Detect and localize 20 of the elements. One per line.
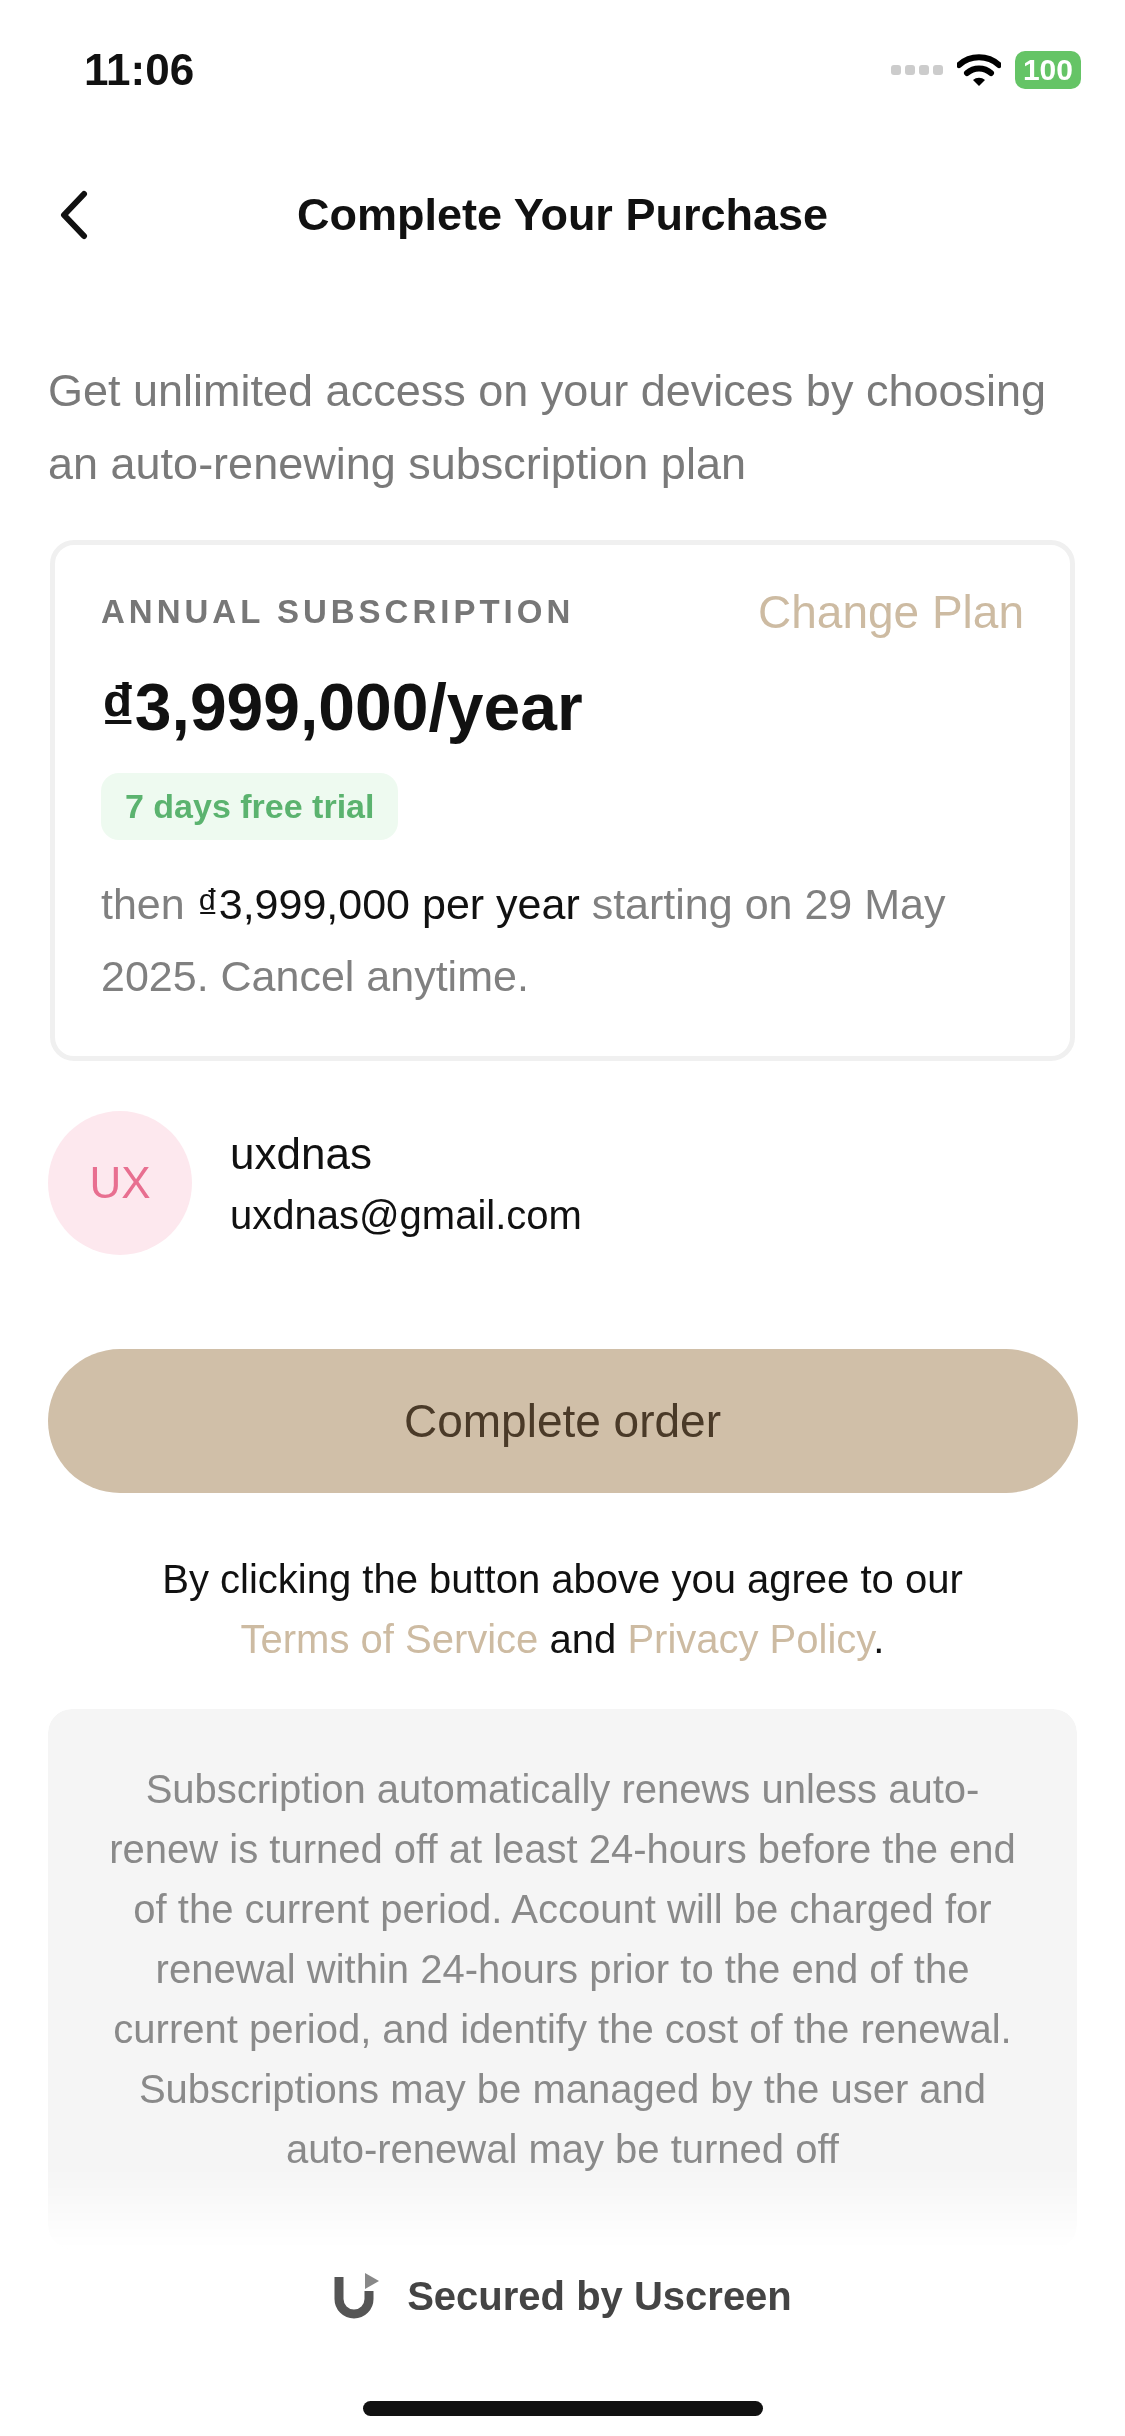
- fine-print-text: Subscription automatically renews unless auto-renew is turned off at least 24-hours before the end of the current period. Account will be charged for renewal within 24-hours prior to the end of the current period, and identify the cost of the renewal. Subscriptions may be managed by the user and auto-renewal may be turned off: [108, 1766, 1017, 2173]
- terms-link[interactable]: Terms of Service: [240, 1617, 539, 1661]
- trial-badge: 7 days free trial: [101, 773, 399, 840]
- agreement-text: By clicking the button above you agree to our Terms of Service and Privacy Policy.: [161, 1556, 964, 1663]
- plan-label: ANNUAL SUBSCRIPTION: [101, 593, 575, 631]
- plan-terms: then ₫3,999,000 per year starting on 29 May 2025. Cancel anytime.: [101, 879, 947, 1002]
- change-plan-link[interactable]: Change Plan: [758, 585, 1024, 639]
- status-time: 11:06: [84, 45, 195, 95]
- plan-price: ₫3,999,000/year: [101, 669, 584, 745]
- battery-level: 100: [1014, 51, 1081, 89]
- complete-order-button[interactable]: Complete order: [47, 1349, 1078, 1493]
- privacy-link[interactable]: Privacy Policy: [627, 1617, 874, 1661]
- account-email: uxdnas@gmail.com: [230, 1192, 582, 1238]
- account-name: uxdnas: [230, 1128, 373, 1179]
- account-avatar: UX: [48, 1111, 192, 1255]
- page-title: Complete Your Purchase: [297, 189, 828, 241]
- wifi-icon: [956, 53, 1001, 87]
- secured-by-text: Secured by Uscreen: [407, 2273, 792, 2319]
- signal-icon: [890, 63, 943, 77]
- intro-text: Get unlimited access on your devices by choosing an auto-renewing subscription plan: [48, 364, 1048, 491]
